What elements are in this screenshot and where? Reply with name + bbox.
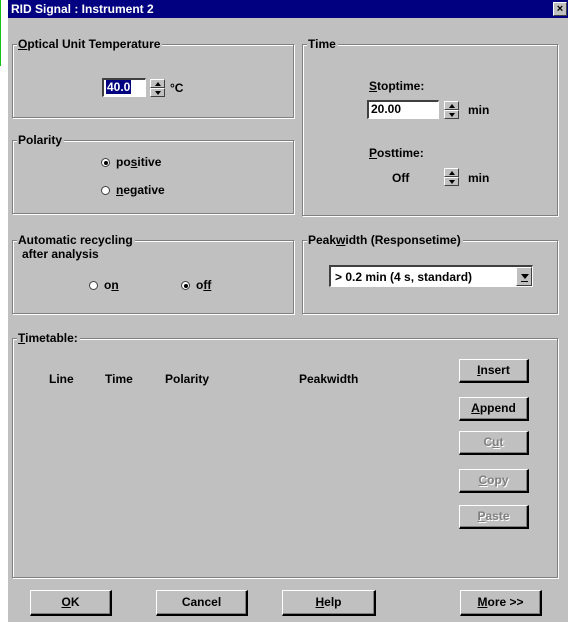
timetable-group: Timetable: Line Time Polarity Peakwidth … [12,331,558,578]
column-header-time: Time [105,372,133,386]
polarity-label: Polarity [17,133,65,147]
negative-label[interactable]: negative [116,183,165,197]
optical-temperature-label: Optical Unit Temperature [17,37,163,51]
temperature-input[interactable]: 40.0 [102,78,146,97]
peakwidth-label: Peakwidth (Responsetime) [307,233,463,247]
optical-temperature-group: Optical Unit Temperature 40.0 °C [12,37,294,118]
positive-label[interactable]: positive [116,155,161,169]
spin-down-icon[interactable] [444,177,459,186]
copy-button[interactable]: Copy [459,469,529,493]
window-title: RID Signal : Instrument 2 [11,2,154,16]
append-button[interactable]: Append [459,397,529,421]
polarity-group: Polarity positive negative [12,133,294,214]
dropdown-arrow-icon[interactable] [516,267,532,286]
peakwidth-group: Peakwidth (Responsetime) > 0.2 min (4 s,… [302,233,558,314]
stoptime-input[interactable]: 20.00 [367,100,439,119]
ok-button[interactable]: OK [30,590,112,616]
negative-radio[interactable] [101,186,110,195]
insert-button[interactable]: Insert [459,359,529,383]
timetable-label: Timetable: [17,331,80,345]
peakwidth-dropdown[interactable]: > 0.2 min (4 s, standard) [329,265,533,287]
rid-signal-dialog: RID Signal : Instrument 2 × Optical Unit… [8,0,568,622]
spin-up-icon[interactable] [444,101,459,110]
cancel-button[interactable]: Cancel [156,590,248,616]
title-bar[interactable]: RID Signal : Instrument 2 × [8,0,568,18]
posttime-unit: min [468,171,490,185]
cut-button[interactable]: Cut [459,431,529,455]
column-header-polarity: Polarity [165,372,210,386]
help-button[interactable]: Help [282,590,376,616]
spin-down-icon[interactable] [444,110,459,119]
recycling-off-label[interactable]: off [196,278,211,292]
window-edge-accent [0,0,1,66]
recycling-group: Automatic recycling after analysis on off [12,233,294,314]
posttime-label: Posttime: [369,146,424,160]
stoptime-unit: min [468,103,490,117]
time-label: Time [307,37,338,51]
stoptime-spinner[interactable] [444,101,459,119]
temperature-spinner[interactable] [150,79,165,97]
posttime-value[interactable]: Off [392,171,409,185]
more-button[interactable]: More >> [460,590,542,616]
paste-button[interactable]: Paste [459,505,529,529]
posttime-spinner[interactable] [444,168,459,186]
column-header-line: Line [49,372,74,386]
temperature-unit: °C [170,81,184,95]
recycling-on-radio[interactable] [89,281,98,290]
close-icon[interactable]: × [553,2,567,16]
positive-radio[interactable] [101,158,110,167]
column-header-peakwidth: Peakwidth [299,372,359,386]
recycling-label: Automatic recycling after analysis [17,233,135,261]
recycling-off-radio[interactable] [181,281,190,290]
time-group: Time Stoptime: 20.00 min Posttime: Off m… [302,37,558,216]
peakwidth-value: > 0.2 min (4 s, standard) [335,270,473,284]
recycling-on-label[interactable]: on [104,278,119,292]
spin-up-icon[interactable] [150,79,165,88]
spin-down-icon[interactable] [150,88,165,97]
stoptime-label: Stoptime: [369,79,425,93]
spin-up-icon[interactable] [444,168,459,177]
